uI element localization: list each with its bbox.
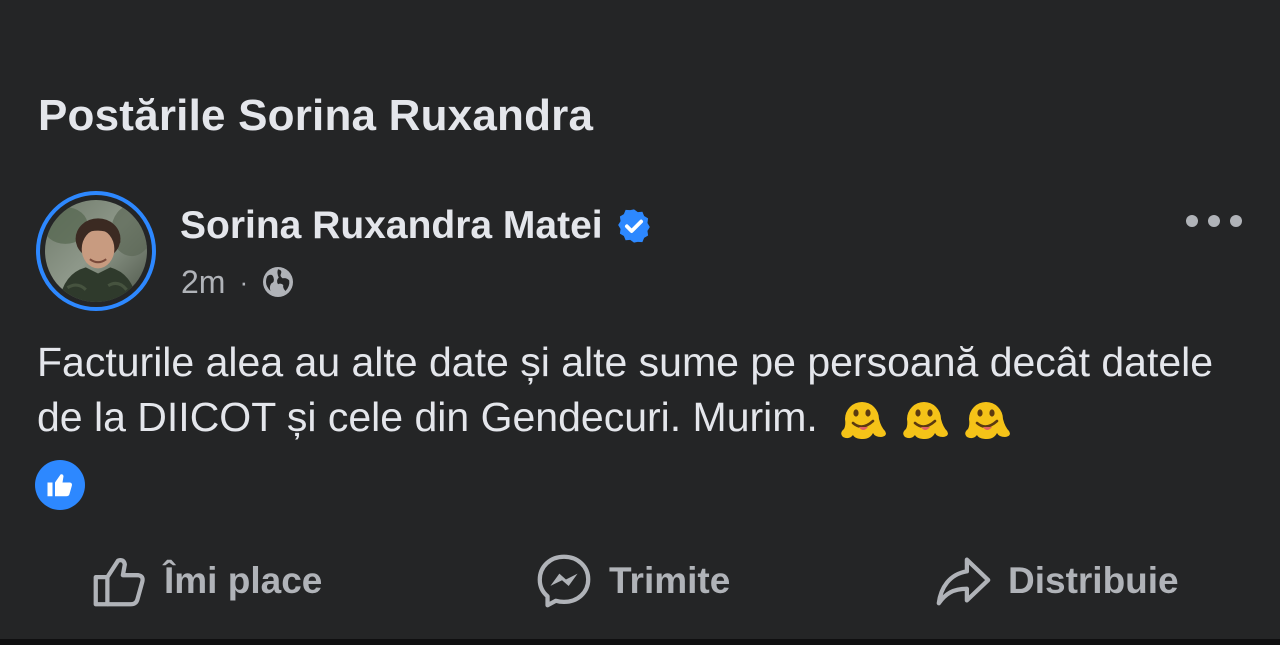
melting-face-emoji <box>965 402 1011 439</box>
melting-face-emoji <box>903 402 949 439</box>
post-actions-bar: Îmi place Trimite Distribuie <box>0 546 1280 616</box>
share-arrow-icon <box>936 557 991 606</box>
like-button[interactable]: Îmi place <box>88 546 322 616</box>
like-reaction-icon[interactable] <box>35 460 85 510</box>
more-options-button[interactable] <box>1186 206 1242 236</box>
more-dot-icon <box>1230 215 1242 227</box>
messenger-icon <box>537 554 591 608</box>
post-meta: 2m · <box>181 262 296 302</box>
like-button-label: Îmi place <box>164 560 323 601</box>
avatar-photo <box>45 200 147 302</box>
post-text: Facturile alea au alte date și alte sume… <box>37 339 1214 440</box>
author-avatar[interactable] <box>36 191 156 311</box>
share-button-label: Distribuie <box>1008 560 1179 601</box>
more-dot-icon <box>1186 215 1198 227</box>
post-body: Facturile alea au alte date și alte sume… <box>37 335 1252 445</box>
meta-separator: · <box>239 267 249 297</box>
author-name[interactable]: Sorina Ruxandra Matei <box>180 200 603 252</box>
verified-badge-icon <box>617 209 650 243</box>
thumbs-up-outline-icon <box>93 558 145 607</box>
author-name-row[interactable]: Sorina Ruxandra Matei <box>180 200 653 252</box>
more-dot-icon <box>1208 215 1220 227</box>
send-button[interactable]: Trimite <box>533 546 730 616</box>
page-title: Postările Sorina Ruxandra <box>38 91 594 140</box>
thumbs-up-icon <box>47 474 72 497</box>
bottom-divider <box>0 639 1280 645</box>
share-button[interactable]: Distribuie <box>932 546 1179 616</box>
send-button-label: Trimite <box>609 560 731 601</box>
globe-icon <box>263 267 294 297</box>
melting-face-emoji <box>841 402 887 439</box>
post-time[interactable]: 2m <box>181 262 225 302</box>
